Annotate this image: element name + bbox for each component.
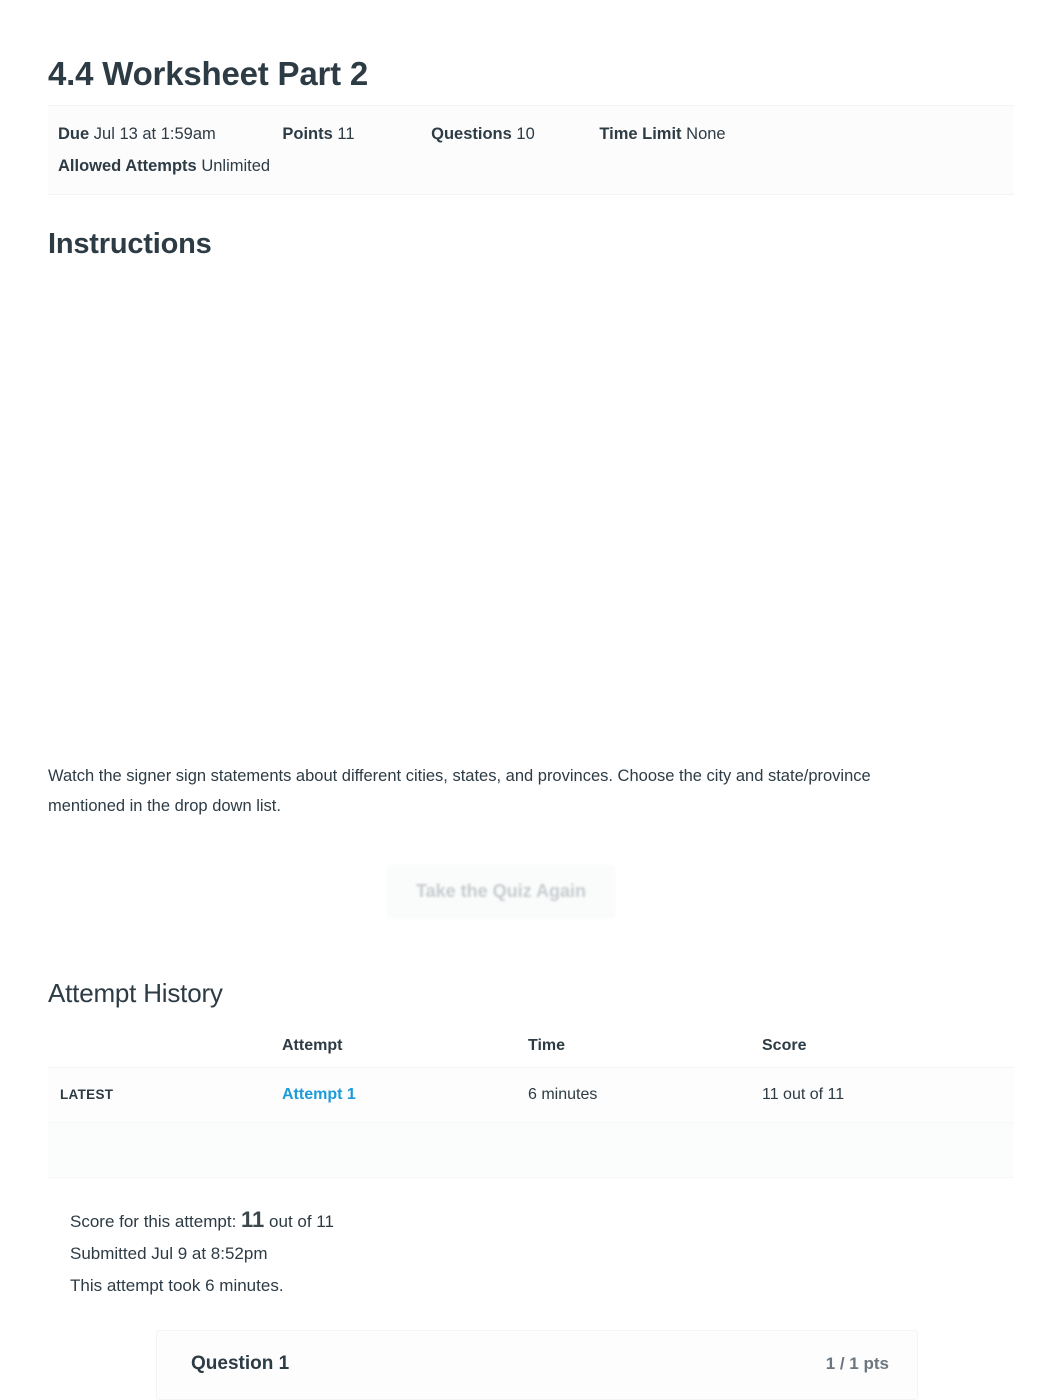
meta-questions-value: 10: [516, 124, 535, 143]
meta-due: Due Jul 13 at 1:59am: [58, 118, 278, 150]
attempt-history-table: Attempt Time Score LATEST Attempt 1 6 mi…: [48, 1025, 1014, 1179]
attempt-score-cell: 11 out of 11: [762, 1067, 1014, 1124]
meta-time-limit-value: None: [686, 124, 726, 143]
question-title: Question 1: [191, 1353, 290, 1375]
retake-button-container: Take the Quiz Again: [48, 865, 1014, 919]
attempt-score-summary: Score for this attempt: 11 out of 11 Sub…: [48, 1204, 1014, 1302]
attempt-duration: This attempt took 6 minutes.: [70, 1276, 284, 1296]
attempt-history-heading: Attempt History: [48, 978, 223, 1009]
column-header-attempt: Attempt: [282, 1025, 528, 1069]
score-value: 11: [241, 1207, 265, 1233]
meta-allowed-attempts-value: Unlimited: [201, 156, 271, 175]
column-header-time: Time: [528, 1025, 762, 1069]
quiz-meta-row-1: Due Jul 13 at 1:59am Points 11 Questions…: [58, 118, 1014, 150]
meta-allowed-attempts-label: Allowed Attempts: [58, 156, 197, 175]
meta-points-label: Points: [282, 124, 333, 143]
attempt-kept-cell: LATEST: [48, 1067, 282, 1124]
instructions-embedded-media: [48, 284, 1014, 745]
meta-time-limit: Time Limit None: [599, 118, 725, 150]
submitted-timestamp: Submitted Jul 9 at 8:52pm: [70, 1244, 268, 1264]
take-quiz-again-button[interactable]: Take the Quiz Again: [386, 865, 616, 919]
score-suffix-text: out of 11: [269, 1212, 334, 1232]
meta-points: Points 11: [282, 118, 426, 150]
quiz-meta-header: Due Jul 13 at 1:59am Points 11 Questions…: [48, 104, 1014, 195]
meta-due-label: Due: [58, 124, 90, 143]
attempt-history-table-head: Attempt Time Score: [48, 1025, 1014, 1069]
table-row[interactable]: LATEST Attempt 1 6 minutes 11 out of 11: [48, 1067, 1014, 1124]
meta-due-value: Jul 13 at 1:59am: [93, 124, 216, 143]
score-for-attempt-line: Score for this attempt: 11 out of 11: [70, 1204, 1014, 1238]
table-row-spacer: [48, 1122, 1014, 1179]
spacer-cell-1: [48, 1122, 282, 1179]
instructions-text: Watch the signer sign statements about d…: [48, 767, 871, 816]
spacer-cell-3: [528, 1122, 762, 1179]
meta-questions-label: Questions: [431, 124, 512, 143]
instructions-heading: Instructions: [48, 227, 212, 260]
question-block: Question 1 1 / 1 pts: [156, 1330, 918, 1400]
spacer-cell-2: [282, 1122, 528, 1179]
attempt-1-link[interactable]: Attempt 1: [282, 1086, 356, 1103]
meta-points-value: 11: [337, 124, 355, 143]
score-prefix-text: Score for this attempt:: [70, 1212, 237, 1232]
quiz-results-page: 4.4 Worksheet Part 2 Due Jul 13 at 1:59a…: [0, 0, 1062, 1400]
page-title: 4.4 Worksheet Part 2: [48, 55, 369, 92]
meta-time-limit-label: Time Limit: [599, 124, 682, 143]
meta-questions: Questions 10: [431, 118, 595, 150]
column-header-score: Score: [762, 1025, 1014, 1069]
meta-allowed-attempts: Allowed Attempts Unlimited: [58, 150, 270, 182]
latest-badge: LATEST: [60, 1087, 114, 1103]
instructions-body: Watch the signer sign statements about d…: [48, 284, 1014, 822]
quiz-meta-row-2: Allowed Attempts Unlimited: [58, 150, 1014, 182]
question-points-badge: 1 / 1 pts: [825, 1354, 889, 1374]
attempt-history-table-body: LATEST Attempt 1 6 minutes 11 out of 11: [48, 1067, 1014, 1179]
table-header-row: Attempt Time Score: [48, 1025, 1014, 1069]
attempt-number-cell: Attempt 1: [282, 1067, 528, 1124]
column-header-kept: [48, 1025, 282, 1069]
spacer-cell-4: [762, 1122, 1014, 1179]
attempt-time-cell: 6 minutes: [528, 1067, 762, 1124]
